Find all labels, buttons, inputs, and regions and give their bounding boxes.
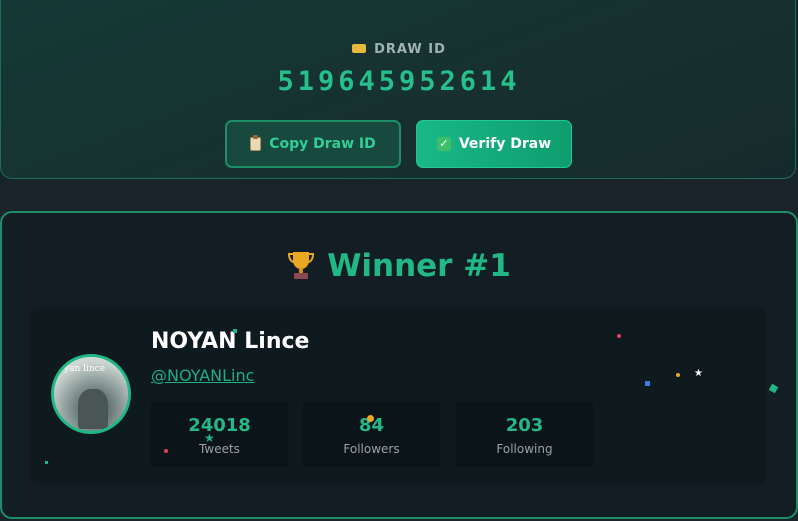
avatar-figure: [78, 389, 108, 429]
stat-value: 203: [505, 415, 544, 436]
stat-value: 24018: [188, 415, 251, 436]
stat-label: Following: [496, 442, 553, 456]
winner-heading: Winner #1: [0, 245, 798, 287]
stat-label: Followers: [343, 442, 400, 456]
winner-handle-link[interactable]: @NOYANLinc: [151, 366, 254, 385]
avatar[interactable]: yan lince: [51, 354, 131, 434]
draw-id-label: DRAW ID: [0, 42, 798, 57]
confetti-particle: [617, 334, 621, 338]
verify-draw-button[interactable]: ✓ Verify Draw: [416, 120, 572, 168]
avatar-caption: yan lince: [64, 364, 106, 374]
draw-id-value: 519645952614: [277, 66, 521, 97]
confetti-particle: ★: [204, 431, 215, 445]
confetti-particle: [45, 461, 48, 464]
ticket-icon: [352, 44, 367, 53]
trophy-icon: [288, 251, 315, 279]
confetti-particle: ★: [694, 368, 703, 379]
stat-following: 203 Following: [456, 401, 593, 467]
confetti-particle: [676, 373, 680, 377]
check-icon: ✓: [436, 137, 451, 151]
stat-tweets: 24018 Tweets: [151, 401, 288, 467]
confetti-particle: [233, 329, 237, 333]
clipboard-icon: [250, 135, 262, 151]
confetti-particle: [645, 381, 650, 386]
stat-followers: 84 Followers: [303, 401, 440, 467]
winner-name: NOYAN Lince: [151, 329, 310, 354]
confetti-particle: [164, 449, 168, 453]
confetti-particle: [367, 415, 374, 422]
copy-draw-id-button[interactable]: Copy Draw ID: [225, 120, 401, 168]
stat-label: Tweets: [199, 442, 240, 456]
